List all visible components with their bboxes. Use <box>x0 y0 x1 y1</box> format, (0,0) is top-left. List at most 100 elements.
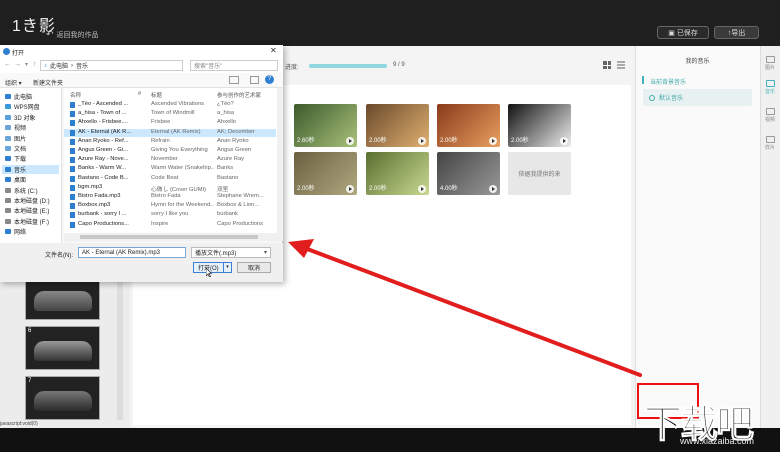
file-row[interactable]: Angus Green - Gi... Giving You Everything… <box>64 147 276 156</box>
nav-tree-item[interactable]: 音乐 <box>2 164 59 174</box>
clip-tile[interactable]: 2.00秒 <box>508 104 571 147</box>
play-icon[interactable] <box>418 137 426 145</box>
storyboard-thumb-6[interactable]: 6 <box>25 326 100 370</box>
nav-tree-item[interactable]: 桌面 <box>5 175 26 184</box>
music-panel-title: 我的音乐 <box>685 59 710 65</box>
file-row[interactable]: Bistro Fada.mp3 Bistro Fada Stephane Wrem.… <box>64 193 276 202</box>
back-to-works-link[interactable]: ↶ 返回我的作品 <box>46 29 99 40</box>
nav-tree-label: 此电脑 <box>14 95 33 101</box>
nav-tree-item[interactable]: 系统 (C:) <box>5 186 38 195</box>
side-tab-images[interactable]: 图片 <box>760 56 780 71</box>
side-tab-video[interactable]: 视频 <box>760 108 780 123</box>
play-icon[interactable] <box>346 137 354 145</box>
new-folder-button[interactable]: 新建文件夹 <box>33 78 63 87</box>
nav-tree-item[interactable]: 图片 <box>5 134 26 143</box>
nav-tree-item[interactable]: 下载 <box>5 154 26 163</box>
file-row[interactable]: a_hisa - Town of ... Town of Windmill a_hi… <box>64 110 276 119</box>
file-row[interactable]: _Téo - Ascended ... Ascended Vibrations ¿T… <box>64 101 276 110</box>
saved-button[interactable]: ▣ 已保存 <box>657 26 709 39</box>
file-artist: Bastano <box>217 174 239 181</box>
play-icon[interactable] <box>489 185 497 193</box>
storyboard-thumb-5[interactable]: 5 <box>25 276 100 320</box>
audio-file-icon <box>70 102 75 108</box>
storyboard-scrollbar[interactable] <box>117 270 123 420</box>
vertical-scrollbar[interactable] <box>277 88 283 241</box>
nav-tree-item[interactable]: 网络 <box>5 227 26 236</box>
file-row[interactable]: Capo Productions... Inspire Capo Productio… <box>64 221 276 230</box>
dialog-close-button[interactable]: ✕ <box>270 46 277 55</box>
nav-tree-item[interactable]: WPS网盘 <box>5 102 40 111</box>
file-name: bgm.mp3 <box>78 183 103 190</box>
forward-nav-icon[interactable]: → <box>14 61 21 68</box>
tab-label: 音乐 <box>764 89 775 95</box>
breadcrumb-music[interactable]: 音乐 <box>76 61 88 70</box>
back-nav-icon[interactable]: ← <box>4 61 11 68</box>
folder-icon <box>5 94 11 99</box>
column-header-artist[interactable]: 参与创作的艺术家 <box>217 91 261 99</box>
organize-button[interactable]: 组织 ▾ <box>5 78 22 87</box>
filetype-select[interactable]: 播放文件(.mp3) ▾ <box>191 247 271 258</box>
file-row[interactable]: burbank - sorry I ... sorry I like you bur… <box>64 211 276 220</box>
file-title: Giving You Everything <box>151 147 208 153</box>
nav-tree-item[interactable]: 本地磁盘 (E:) <box>5 206 49 215</box>
top-bar <box>0 0 780 46</box>
file-row[interactable]: Azure Ray - Nove... November Azure Ray <box>64 156 276 165</box>
recent-dropdown-icon[interactable]: ▾ <box>25 61 28 68</box>
default-music-item[interactable]: 默认音乐 <box>643 89 752 106</box>
filename-input[interactable]: AK - Eternal (AK Remix).mp3 <box>78 247 186 258</box>
file-row[interactable]: Banks - Warm W... Warm Water (Snakehip...… <box>64 165 276 174</box>
side-tab-strip <box>760 46 780 428</box>
clip-duration: 2.60秒 <box>297 138 315 144</box>
address-bar[interactable]: ♪ 此电脑 › 音乐 <box>40 60 183 71</box>
file-row[interactable]: bgm.mp3 心做し (Cover GUMI) 双笙 <box>64 184 276 193</box>
clip-tile[interactable]: 2.00秒 <box>366 152 429 195</box>
open-button[interactable]: 打开(O) ▾ <box>193 262 232 273</box>
clip-tile[interactable]: 2.00秒 <box>366 104 429 147</box>
file-row[interactable]: Boxbox.mp3 Hymn for the Weekend... Boxbox … <box>64 202 276 211</box>
clip-tile[interactable]: 2.00秒 <box>437 104 500 147</box>
nav-tree-item[interactable]: 本地磁盘 (F:) <box>5 217 49 226</box>
clip-tile[interactable]: 2.00秒 <box>294 152 357 195</box>
file-row[interactable]: AK - Eternal (AK R... Eternal (AK Remix) A… <box>64 128 276 138</box>
column-header-number[interactable]: # <box>138 91 141 97</box>
preview-pane-icon[interactable] <box>250 76 259 84</box>
music-folder-icon: ♪ <box>44 62 47 69</box>
saved-label: 已保存 <box>676 29 698 37</box>
add-clip-tile[interactable]: 依据我提供的来 <box>508 152 571 195</box>
nav-tree-label: 桌面 <box>14 178 27 185</box>
help-icon[interactable]: ? <box>265 75 274 84</box>
file-row[interactable]: Anan Ryoko - Ref... Refrain Anan Ryoko <box>64 138 276 147</box>
play-icon[interactable] <box>489 137 497 145</box>
nav-tree-item[interactable]: 视频 <box>5 123 26 132</box>
clip-tile[interactable]: 2.60秒 <box>294 104 357 147</box>
horizontal-scroll-thumb[interactable] <box>80 235 258 239</box>
nav-tree-item[interactable]: 此电脑 <box>5 92 32 101</box>
cancel-button[interactable]: 取消 <box>237 262 271 273</box>
export-button[interactable]: ↑导出 <box>714 26 759 39</box>
play-icon[interactable] <box>346 185 354 193</box>
dialog-titlebar[interactable] <box>0 45 283 59</box>
nav-tree-item[interactable]: 本地磁盘 (D:) <box>5 196 50 205</box>
search-input[interactable]: 搜索"音乐" <box>190 60 278 71</box>
file-title: Inspire <box>151 220 169 227</box>
play-icon[interactable] <box>418 185 426 193</box>
column-header-title[interactable]: 标题 <box>151 91 162 99</box>
grid-view-icon[interactable] <box>603 61 611 69</box>
thumb-number: 6 <box>28 328 32 334</box>
play-icon[interactable] <box>560 137 568 145</box>
clip-tile[interactable]: 4.00秒 <box>437 152 500 195</box>
open-dropdown-icon[interactable]: ▾ <box>223 263 231 272</box>
nav-tree-item[interactable]: 文档 <box>5 144 26 153</box>
side-tab-samples[interactable]: 样片 <box>760 136 780 151</box>
column-header-name[interactable]: 名称 <box>70 91 81 99</box>
storyboard-thumb-7[interactable]: 7 <box>25 376 100 420</box>
file-row[interactable]: Bastano - Code B... Code Beat Bastano <box>64 175 276 184</box>
view-options-icon[interactable] <box>229 76 239 84</box>
side-tab-music[interactable]: 音乐 <box>760 80 780 95</box>
list-view-icon[interactable] <box>617 61 625 69</box>
up-folder-icon[interactable]: ↑ <box>33 61 37 68</box>
breadcrumb-this-pc[interactable]: 此电脑 <box>50 61 68 70</box>
nav-tree-item[interactable]: 3D 对象 <box>5 113 35 122</box>
file-row[interactable]: Ahxello - Frisbee.... Frisbee Ahxello <box>64 119 276 128</box>
file-title: Warm Water (Snakehip... <box>151 165 214 172</box>
